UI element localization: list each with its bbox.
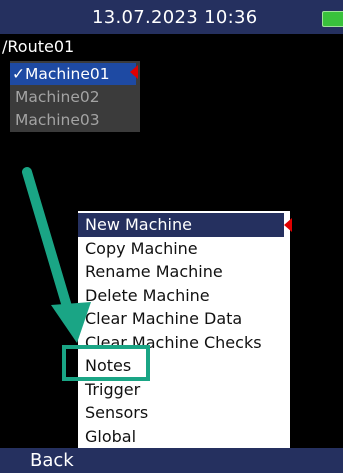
- context-menu: New Machine Copy Machine Rename Machine …: [78, 211, 290, 448]
- menu-item-delete-machine[interactable]: Delete Machine: [78, 284, 284, 308]
- pointer-arrow-icon: [22, 167, 73, 315]
- menu-marker-icon: [284, 218, 292, 232]
- machine-list-item-machine03[interactable]: Machine03: [10, 109, 136, 131]
- menu-item-copy-machine[interactable]: Copy Machine: [78, 237, 284, 261]
- status-bar: 13.07.2023 10:36: [0, 0, 343, 34]
- machine-list: ✓Machine01 Machine02 Machine03: [10, 61, 140, 132]
- menu-item-trigger[interactable]: Trigger: [78, 378, 284, 402]
- back-button[interactable]: Back: [30, 449, 74, 473]
- selection-marker-icon: [130, 65, 138, 79]
- footer-bar: Back: [0, 448, 343, 473]
- breadcrumb: /Route01: [2, 37, 75, 56]
- machine-list-item-machine01[interactable]: ✓Machine01: [10, 63, 136, 85]
- battery-icon: [322, 11, 343, 27]
- menu-item-new-machine[interactable]: New Machine: [78, 213, 284, 237]
- device-screen: 13.07.2023 10:36 /Route01 ✓Machine01 Mac…: [0, 0, 343, 473]
- menu-item-global[interactable]: Global: [78, 425, 284, 449]
- menu-item-clear-machine-checks[interactable]: Clear Machine Checks: [78, 331, 284, 355]
- menu-item-clear-machine-data[interactable]: Clear Machine Data: [78, 307, 284, 331]
- datetime-label: 13.07.2023 10:36: [92, 7, 258, 28]
- machine-list-item-machine02[interactable]: Machine02: [10, 86, 136, 108]
- menu-item-rename-machine[interactable]: Rename Machine: [78, 260, 284, 284]
- menu-item-notes[interactable]: Notes: [78, 354, 284, 378]
- menu-item-sensors[interactable]: Sensors: [78, 401, 284, 425]
